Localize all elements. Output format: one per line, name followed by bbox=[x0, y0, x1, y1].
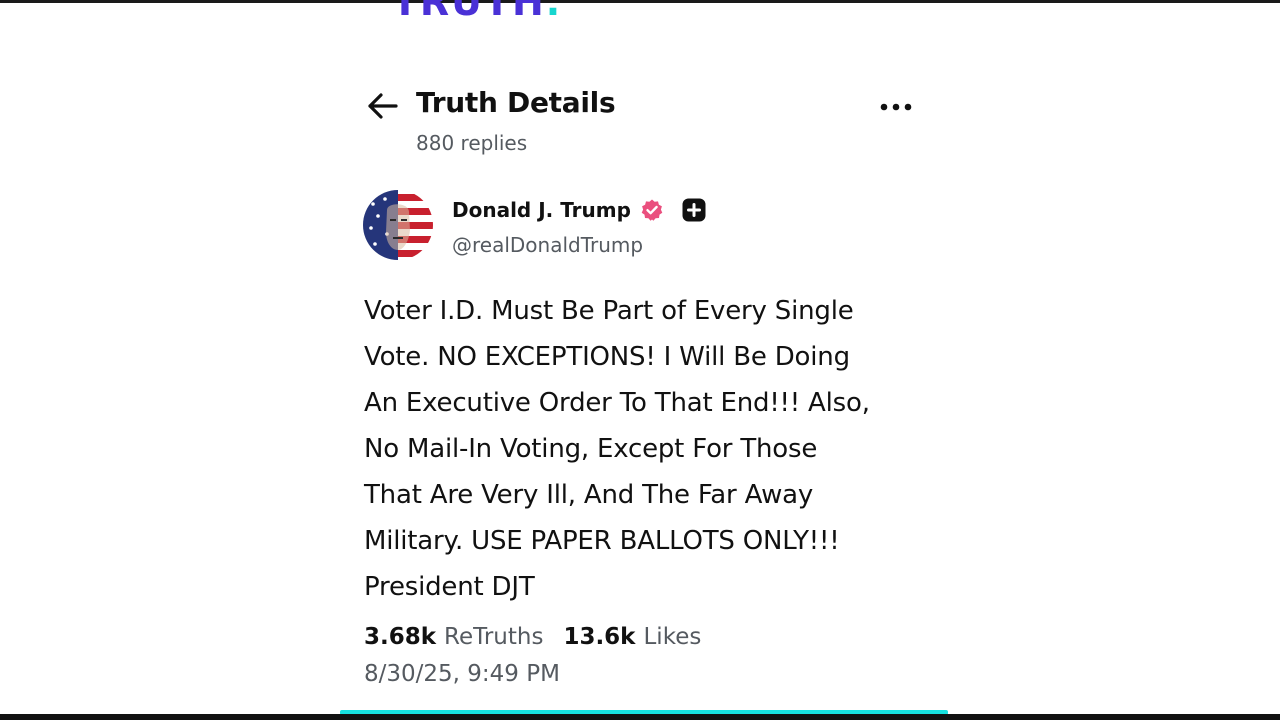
plus-badge-icon bbox=[682, 198, 706, 222]
likes-count: 13.6k bbox=[563, 624, 636, 650]
truth-social-logo: TRUTH. bbox=[392, 0, 562, 21]
more-horizontal-icon bbox=[880, 103, 912, 111]
likes-label: Likes bbox=[643, 624, 702, 650]
likes-stat[interactable]: 13.6k Likes bbox=[563, 624, 701, 650]
post-timestamp: 8/30/25, 9:49 PM bbox=[364, 661, 560, 687]
logo-dot: . bbox=[545, 0, 563, 24]
author-name[interactable]: Donald J. Trump bbox=[452, 198, 631, 222]
arrow-left-icon bbox=[368, 93, 398, 119]
page-title: Truth Details bbox=[416, 86, 616, 119]
page-header: Truth Details bbox=[366, 84, 926, 128]
retruths-label: ReTruths bbox=[444, 624, 544, 650]
post-stats: 3.68k ReTruths 13.6k Likes bbox=[364, 624, 701, 650]
retruths-count: 3.68k bbox=[364, 624, 437, 650]
verified-badge-icon bbox=[640, 198, 664, 222]
retruths-stat[interactable]: 3.68k ReTruths bbox=[364, 624, 543, 650]
bottom-frame-bar bbox=[0, 714, 1280, 720]
author-row: Donald J. Trump bbox=[452, 196, 706, 224]
back-button[interactable] bbox=[366, 92, 400, 120]
logo-text: TRUTH bbox=[392, 0, 546, 24]
post-body-text: Voter I.D. Must Be Part of Every Single … bbox=[364, 296, 870, 602]
avatar-image bbox=[363, 190, 433, 260]
author-handle[interactable]: @realDonaldTrump bbox=[452, 233, 643, 257]
top-frame-bar bbox=[0, 0, 1280, 3]
replies-count: 880 replies bbox=[416, 131, 528, 155]
author-avatar[interactable] bbox=[363, 190, 433, 260]
more-options-button[interactable] bbox=[876, 92, 916, 120]
